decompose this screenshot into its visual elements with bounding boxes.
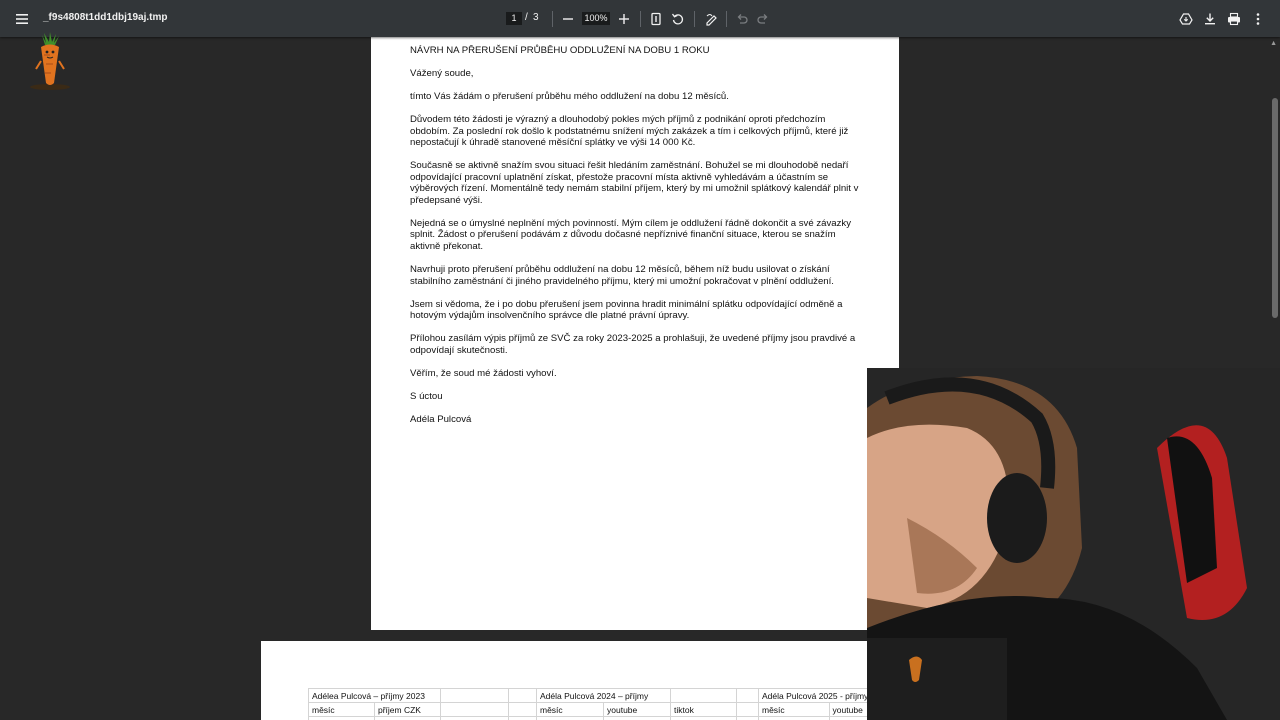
scrollbar-thumb[interactable]: [1272, 98, 1278, 318]
letter-closing: S úctou: [410, 390, 443, 402]
sheet-title-2024: Adéla Pulcová 2024 – příjmy: [536, 688, 671, 703]
rotate-icon[interactable]: [670, 11, 686, 27]
drive-save-icon[interactable]: [1178, 11, 1194, 27]
letter-paragraph: Přílohou zasílám výpis příjmů ze SVČ za …: [410, 333, 856, 356]
page-number-input[interactable]: 1: [506, 12, 522, 25]
table-header-cell: měsíc: [536, 702, 604, 717]
letter-paragraph: Nejedná se o úmyslné neplnění mých povin…: [410, 217, 852, 252]
letter-greeting: Vážený soude,: [410, 68, 474, 80]
toolbar-divider: [694, 11, 695, 27]
letter-paragraph: tímto Vás žádám o přerušení průběhu mého…: [410, 91, 729, 103]
zoom-in-icon[interactable]: [616, 11, 632, 27]
letter-heading: NÁVRH NA PŘERUŠENÍ PRŮBĚHU ODDLUŽENÍ NA …: [410, 45, 710, 56]
toolbar-divider: [640, 11, 641, 27]
letter-paragraph: Důvodem této žádosti je výrazný a dlouho…: [410, 114, 849, 149]
table-row: měsíc příjem CZK měsíc youtube tiktok mě…: [308, 702, 873, 717]
table-header-cell: tiktok: [670, 702, 737, 717]
table-row: [308, 716, 873, 720]
table-header-cell: youtube: [828, 702, 873, 717]
letter-paragraph: Věřím, že soud mé žádosti vyhoví.: [410, 367, 557, 379]
print-icon[interactable]: [1226, 11, 1242, 27]
more-options-icon[interactable]: [1250, 11, 1266, 27]
streamer-webcam-overlay: [867, 368, 1280, 720]
undo-icon[interactable]: [734, 11, 750, 27]
income-spreadsheet: Adélea Pulcová – příjmy 2023 Adéla Pulco…: [308, 688, 873, 720]
table-row: Adélea Pulcová – příjmy 2023 Adéla Pulco…: [308, 688, 873, 703]
menu-icon[interactable]: [12, 9, 32, 29]
letter-body: NÁVRH NA PŘERUŠENÍ PRŮBĚHU ODDLUŽENÍ NA …: [410, 45, 862, 437]
table-header-cell: příjem CZK: [374, 702, 441, 717]
sheet-title-2025: Adéla Pulcová 2025 - příjmy: [757, 688, 873, 703]
download-icon[interactable]: [1202, 11, 1218, 27]
document-title: _f9s4808t1dd1dbj19aj.tmp: [43, 12, 168, 23]
redo-icon[interactable]: [755, 11, 771, 27]
table-header-cell: měsíc: [758, 702, 830, 717]
annotate-pen-icon[interactable]: [704, 11, 720, 27]
letter-signature: Adéla Pulcová: [410, 414, 472, 426]
table-header-cell: youtube: [603, 702, 671, 717]
pdf-toolbar: _f9s4808t1dd1dbj19aj.tmp 1 / 3 100%: [0, 0, 1280, 37]
table-header-cell: měsíc: [308, 702, 375, 717]
toolbar-divider: [552, 11, 553, 27]
carrot-mascot-overlay: [28, 31, 72, 91]
pdf-page-1: NÁVRH NA PŘERUŠENÍ PRŮBĚHU ODDLUŽENÍ NA …: [371, 37, 899, 630]
letter-paragraph: Navrhuji proto přerušení průběhu oddluže…: [410, 264, 834, 287]
sheet-title-2023: Adélea Pulcová – příjmy 2023: [308, 688, 441, 703]
letter-paragraph: Jsem si vědoma, že i po dobu přerušení j…: [410, 298, 843, 322]
page-separator: /: [525, 12, 528, 23]
zoom-input[interactable]: 100%: [582, 12, 610, 25]
page-total: 3: [533, 12, 539, 23]
zoom-out-icon[interactable]: [560, 11, 576, 27]
letter-paragraph: Současně se aktivně snažím svou situaci …: [410, 160, 859, 206]
fit-page-icon[interactable]: [648, 11, 664, 27]
scroll-up-arrow-icon[interactable]: ▲: [1270, 40, 1277, 47]
toolbar-divider: [726, 11, 727, 27]
